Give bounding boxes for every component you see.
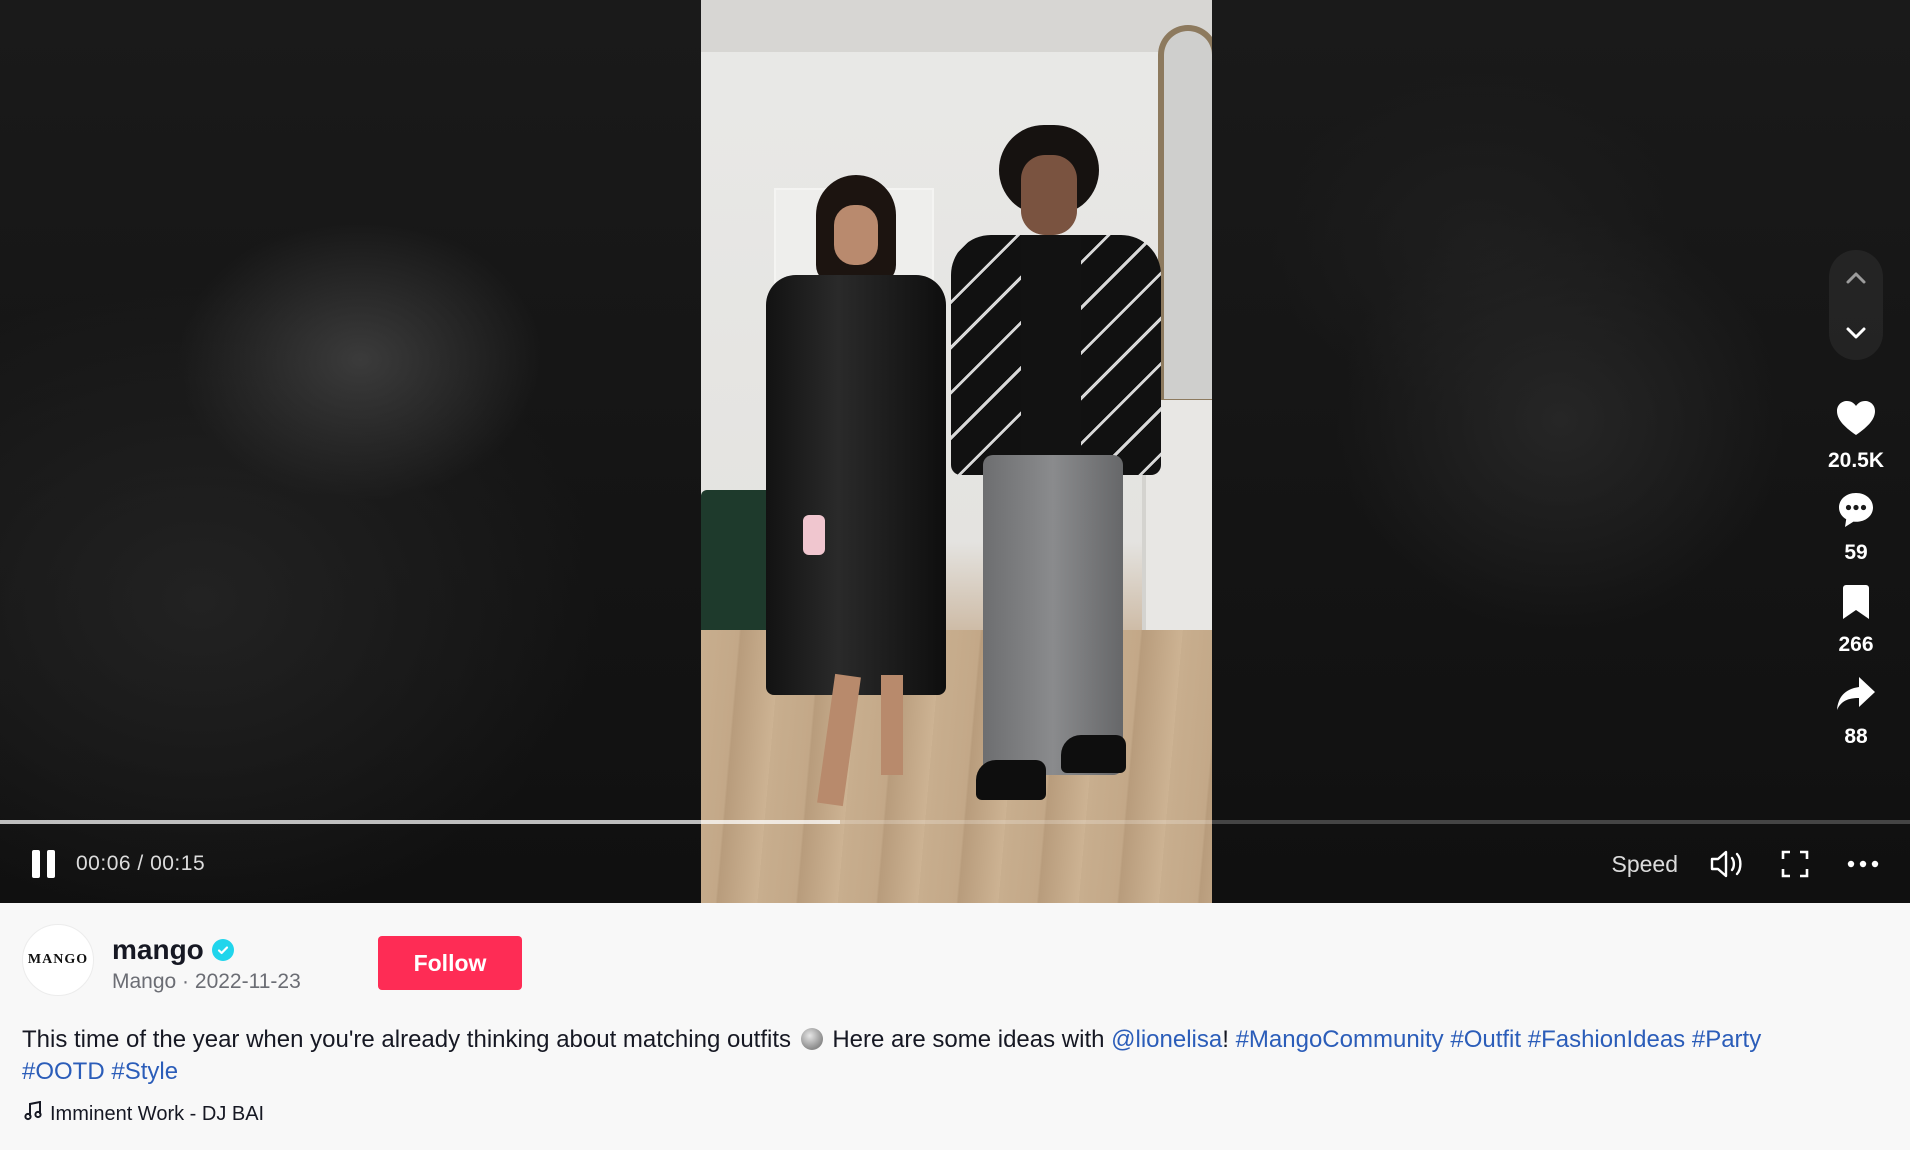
- comment-count: 59: [1844, 541, 1868, 564]
- verified-icon: [211, 939, 234, 961]
- follow-button[interactable]: Follow: [378, 936, 522, 990]
- more-icon[interactable]: [1844, 846, 1882, 882]
- chevron-down-icon[interactable]: [1836, 313, 1876, 353]
- music-note-icon: [24, 1100, 42, 1127]
- comment-button[interactable]: 59: [1833, 487, 1879, 565]
- author-meta-separator: ·: [176, 970, 195, 993]
- hashtag-link[interactable]: #FashionIdeas: [1528, 1026, 1685, 1053]
- video-player[interactable]: 00:06 / 00:15 Speed 20.5K 59 266 88: [0, 0, 1910, 903]
- progress-bar-fill: [0, 820, 841, 824]
- like-button[interactable]: 20.5K: [1828, 395, 1884, 473]
- player-options: Speed: [1611, 846, 1882, 882]
- music-title[interactable]: Imminent Work - DJ BAI: [50, 1103, 264, 1126]
- playback-controls: 00:06 / 00:15: [32, 848, 205, 880]
- post-date: 2022-11-23: [194, 970, 301, 993]
- video-person-woman: [756, 175, 946, 815]
- author-name[interactable]: mango: [112, 934, 234, 966]
- hashtag-link[interactable]: #Party: [1692, 1026, 1761, 1053]
- hashtag-link[interactable]: #Style: [111, 1058, 178, 1085]
- chevron-up-icon[interactable]: [1836, 258, 1876, 298]
- save-button[interactable]: 266: [1833, 579, 1879, 657]
- video-navigation: [1829, 250, 1883, 360]
- fullscreen-icon[interactable]: [1776, 846, 1814, 882]
- video-person-man: [931, 125, 1161, 815]
- progress-bar[interactable]: [0, 820, 1910, 824]
- bookmark-icon: [1833, 579, 1879, 625]
- author-meta: Mango · 2022-11-23: [112, 970, 301, 994]
- caption-text-2: Here are some ideas with: [825, 1026, 1112, 1053]
- video-frame[interactable]: [701, 0, 1212, 903]
- share-button[interactable]: 88: [1833, 671, 1879, 749]
- comment-icon: [1833, 487, 1879, 533]
- avatar-logo-text: MANGO: [27, 952, 89, 967]
- caption-exclamation: !: [1222, 1026, 1236, 1053]
- time-display: 00:06 / 00:15: [76, 852, 205, 876]
- video-ceiling: [701, 0, 1212, 52]
- action-bar: 20.5K 59 266 88: [1810, 395, 1902, 763]
- caption-text: This time of the year when you're alread…: [22, 1026, 791, 1053]
- video-mirror: [1158, 25, 1212, 405]
- hashtag-link[interactable]: #OOTD: [22, 1058, 105, 1085]
- disco-ball-icon: [800, 1028, 823, 1050]
- avatar[interactable]: MANGO: [22, 924, 94, 996]
- pause-icon[interactable]: [32, 850, 58, 878]
- volume-icon[interactable]: [1708, 846, 1746, 882]
- duration: 00:15: [150, 852, 206, 875]
- caption: This time of the year when you're alread…: [22, 1024, 1892, 1088]
- current-time: 00:06: [76, 852, 132, 875]
- heart-icon: [1833, 395, 1879, 441]
- author-handle[interactable]: mango: [112, 934, 204, 966]
- hashtag-link[interactable]: #MangoCommunity: [1236, 1026, 1444, 1053]
- hashtag-link[interactable]: #Outfit: [1450, 1026, 1521, 1053]
- speed-button[interactable]: Speed: [1611, 851, 1678, 878]
- share-count: 88: [1844, 725, 1868, 748]
- time-separator: /: [131, 852, 151, 875]
- like-count: 20.5K: [1827, 449, 1885, 472]
- music-link[interactable]: Imminent Work - DJ BAI: [24, 1100, 264, 1127]
- share-icon: [1833, 671, 1879, 717]
- author-nickname: Mango: [112, 970, 177, 993]
- save-count: 266: [1838, 633, 1874, 656]
- mention-link[interactable]: @lionelisa: [1111, 1026, 1222, 1053]
